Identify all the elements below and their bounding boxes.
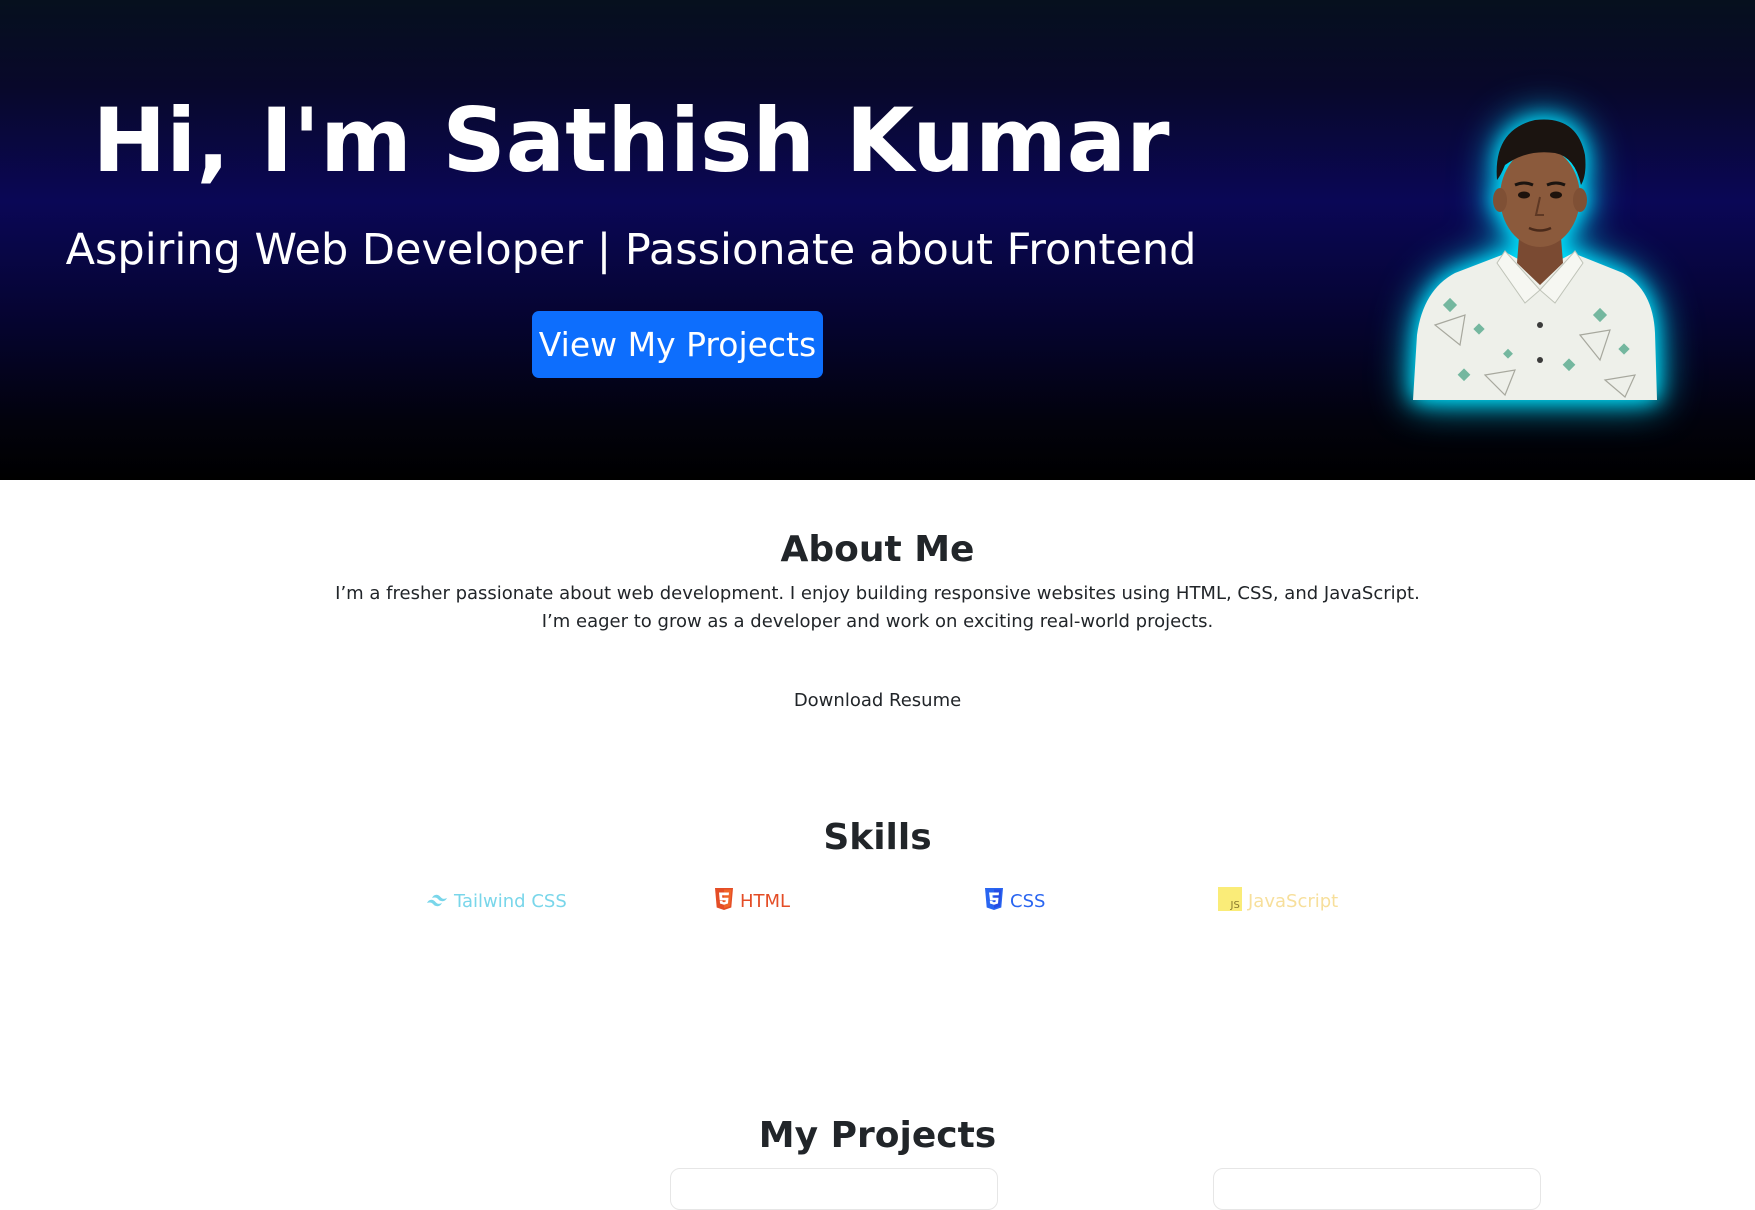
skill-label: JavaScript [1248, 890, 1339, 912]
skill-javascript[interactable]: JS JavaScript [1218, 886, 1338, 916]
css3-icon [984, 887, 1004, 916]
profile-photo-image [1413, 119, 1657, 400]
download-resume-link[interactable]: Download Resume [0, 688, 1755, 714]
profile-photo [1405, 85, 1675, 405]
about-text-line-2: I’m eager to grow as a developer and wor… [541, 611, 1214, 632]
javascript-icon: JS [1218, 886, 1242, 916]
project-card[interactable] [670, 1168, 998, 1210]
project-card[interactable] [1213, 1168, 1541, 1210]
view-projects-button[interactable]: View My Projects [532, 311, 823, 378]
svg-text:JS: JS [1230, 900, 1240, 911]
html5-icon [714, 887, 734, 916]
hero-section: Hi, I'm Sathish Kumar Aspiring Web Devel… [0, 0, 1755, 480]
skill-label: HTML [740, 890, 791, 912]
tailwind-icon [426, 891, 448, 912]
skill-label: Tailwind CSS [454, 890, 567, 912]
skill-html[interactable]: HTML [714, 886, 790, 916]
about-text-line-1: I’m a fresher passionate about web devel… [335, 583, 1420, 604]
skill-css[interactable]: CSS [984, 886, 1045, 916]
skills-title: Skills [823, 817, 932, 858]
hero-subtitle: Aspiring Web Developer | Passionate abou… [65, 225, 1197, 275]
about-title: About Me [780, 529, 975, 570]
projects-title: My Projects [758, 1115, 997, 1156]
skill-tailwind[interactable]: Tailwind CSS [426, 886, 567, 916]
hero-title: Hi, I'm Sathish Kumar [92, 89, 1170, 192]
skill-label: CSS [1010, 890, 1046, 912]
